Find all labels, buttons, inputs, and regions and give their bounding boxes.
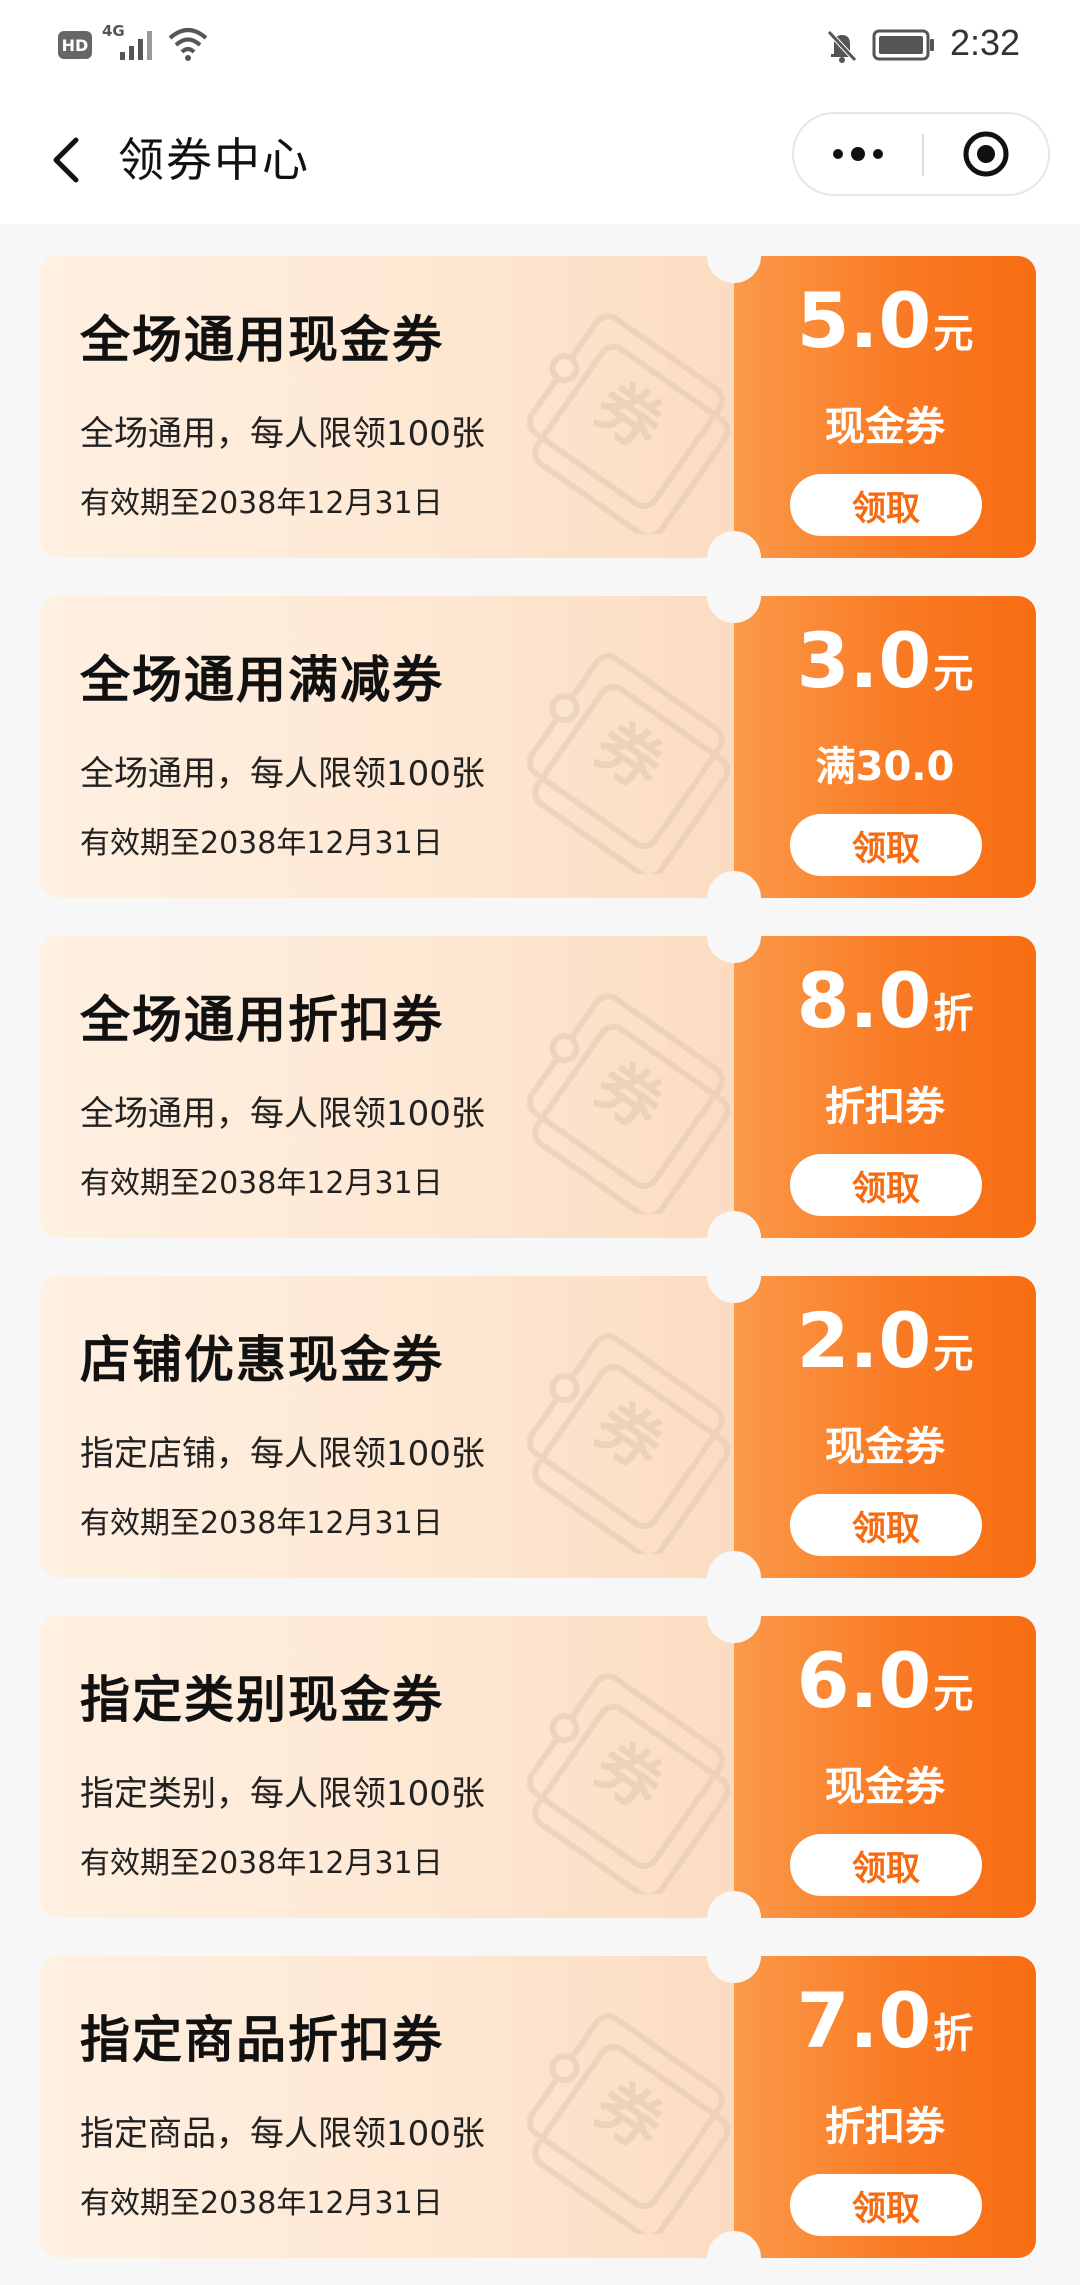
coupon-card: 券 全场通用满减券 全场通用，每人限领100张 有效期至2038年12月31日 …	[40, 569, 1036, 925]
coupon-type-label: 折扣券	[825, 2104, 945, 2150]
coupon-validity: 有效期至2038年12月31日	[80, 2186, 443, 2221]
coupon-info: 券 全场通用折扣券 全场通用，每人限领100张 有效期至2038年12月31日	[40, 936, 734, 1238]
amount-unit: 元	[933, 1671, 974, 1717]
coupon-info: 券 全场通用满减券 全场通用，每人限领100张 有效期至2038年12月31日	[40, 596, 734, 898]
coupon-card: 券 指定类别现金券 指定类别，每人限领100张 有效期至2038年12月31日 …	[40, 1589, 1036, 1945]
coupon-value-panel: 7.0折 折扣券 领取	[734, 1956, 1036, 2258]
nav-bar: 领券中心	[0, 96, 1080, 224]
more-dots-icon	[833, 147, 883, 161]
ticket-notch-top	[707, 1929, 761, 1983]
coupon-value-panel: 5.0元 现金券 领取	[734, 256, 1036, 558]
coupon-type-label: 现金券	[825, 1764, 945, 1810]
ticket-notch-top	[707, 909, 761, 963]
coupon-value-panel: 2.0元 现金券 领取	[734, 1276, 1036, 1578]
coupon-card: 券 全场通用折扣券 全场通用，每人限领100张 有效期至2038年12月31日 …	[40, 909, 1036, 1265]
coupon-type-label: 折扣券	[825, 1084, 945, 1130]
amount-value: 2.0	[796, 1296, 932, 1385]
page-title: 领券中心	[118, 133, 310, 187]
amount-unit: 元	[933, 651, 974, 697]
coupon-value-panel: 3.0元 满30.0 领取	[734, 596, 1036, 898]
wifi-icon	[168, 28, 208, 61]
coupon-name: 全场通用现金券	[80, 311, 444, 369]
coupon-card: 券 全场通用现金券 全场通用，每人限领100张 有效期至2038年12月31日 …	[40, 229, 1036, 585]
signal-icon	[120, 31, 152, 60]
claim-button[interactable]: 领取	[790, 2174, 982, 2236]
coupon-info: 券 全场通用现金券 全场通用，每人限领100张 有效期至2038年12月31日	[40, 256, 734, 558]
status-bar: HD 4G 2:32	[0, 0, 1080, 96]
coupon-name: 指定商品折扣券	[80, 2011, 444, 2069]
coupon-amount: 7.0折	[734, 1976, 1036, 2065]
status-time: 2:32	[950, 22, 1021, 63]
coupon-validity: 有效期至2038年12月31日	[80, 1166, 443, 1201]
claim-button[interactable]: 领取	[790, 1494, 982, 1556]
coupon-info: 券 店铺优惠现金券 指定店铺，每人限领100张 有效期至2038年12月31日	[40, 1276, 734, 1578]
amount-value: 3.0	[796, 616, 932, 705]
coupon-description: 指定店铺，每人限领100张	[80, 1434, 485, 1474]
claim-button[interactable]: 领取	[790, 1834, 982, 1896]
coupon-description: 全场通用，每人限领100张	[80, 754, 485, 794]
coupon-type-label: 现金券	[825, 404, 945, 450]
coupon-card: 券 指定商品折扣券 指定商品，每人限领100张 有效期至2038年12月31日 …	[40, 1929, 1036, 2285]
coupon-amount: 2.0元	[734, 1296, 1036, 1385]
coupon-type-label: 满30.0	[815, 744, 955, 790]
coupon-amount: 8.0折	[734, 956, 1036, 1045]
amount-unit: 折	[933, 991, 974, 1037]
coupon-name: 店铺优惠现金券	[80, 1331, 444, 1389]
coupon-name: 指定类别现金券	[80, 1671, 444, 1729]
coupon-validity: 有效期至2038年12月31日	[80, 486, 443, 521]
coupon-name: 全场通用折扣券	[80, 991, 444, 1049]
close-mini-program-button[interactable]	[924, 114, 1048, 194]
coupon-name: 全场通用满减券	[80, 651, 444, 709]
coupon-description: 全场通用，每人限领100张	[80, 414, 485, 454]
coupon-info: 券 指定商品折扣券 指定商品，每人限领100张 有效期至2038年12月31日	[40, 1956, 734, 2258]
ticket-notch-top	[707, 569, 761, 623]
back-button[interactable]	[36, 124, 96, 196]
ticket-notch-top	[707, 1249, 761, 1303]
battery-icon	[872, 29, 934, 61]
mini-program-capsule	[792, 112, 1050, 196]
claim-button[interactable]: 领取	[790, 474, 982, 536]
coupon-type-label: 现金券	[825, 1424, 945, 1470]
amount-unit: 折	[933, 2011, 974, 2057]
hd-badge: HD	[58, 31, 92, 59]
coupon-description: 指定类别，每人限领100张	[80, 1774, 485, 1814]
amount-unit: 元	[933, 311, 974, 357]
amount-value: 6.0	[796, 1636, 932, 1725]
ticket-notch-bottom	[707, 2231, 761, 2285]
coupon-validity: 有效期至2038年12月31日	[80, 1846, 443, 1881]
coupon-value-panel: 6.0元 现金券 领取	[734, 1616, 1036, 1918]
coupon-description: 全场通用，每人限领100张	[80, 1094, 485, 1134]
ticket-notch-top	[707, 229, 761, 283]
coupon-description: 指定商品，每人限领100张	[80, 2114, 485, 2154]
claim-button[interactable]: 领取	[790, 814, 982, 876]
coupon-card: 券 店铺优惠现金券 指定店铺，每人限领100张 有效期至2038年12月31日 …	[40, 1249, 1036, 1605]
bell-off-icon	[827, 30, 857, 63]
amount-unit: 元	[933, 1331, 974, 1377]
target-circle-icon	[963, 131, 1009, 177]
coupon-amount: 6.0元	[734, 1636, 1036, 1725]
claim-button[interactable]: 领取	[790, 1154, 982, 1216]
coupon-validity: 有效期至2038年12月31日	[80, 826, 443, 861]
more-button[interactable]	[794, 114, 922, 194]
coupon-info: 券 指定类别现金券 指定类别，每人限领100张 有效期至2038年12月31日	[40, 1616, 734, 1918]
coupon-validity: 有效期至2038年12月31日	[80, 1506, 443, 1541]
amount-value: 5.0	[796, 276, 932, 365]
chevron-left-icon	[53, 137, 79, 183]
coupon-value-panel: 8.0折 折扣券 领取	[734, 936, 1036, 1238]
coupon-amount: 5.0元	[734, 276, 1036, 365]
ticket-notch-top	[707, 1589, 761, 1643]
amount-value: 7.0	[796, 1976, 932, 2065]
amount-value: 8.0	[796, 956, 932, 1045]
coupon-amount: 3.0元	[734, 616, 1036, 705]
